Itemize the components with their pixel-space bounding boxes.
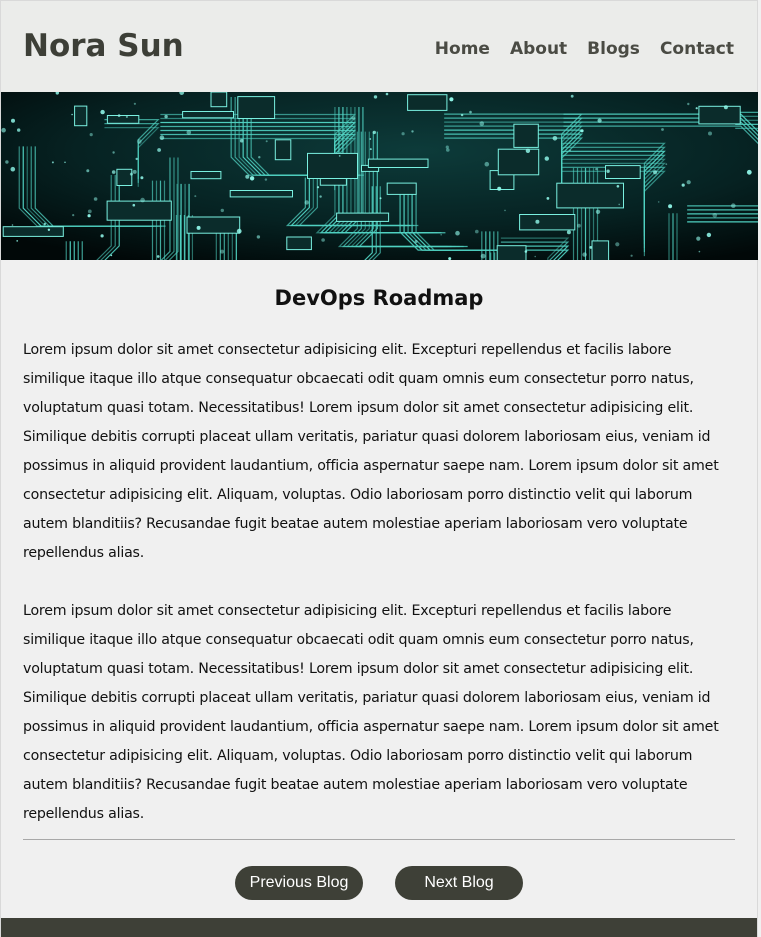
article-title: DevOps Roadmap [274,286,484,310]
blog-pager: Previous Blog Next Blog [23,866,735,900]
article-paragraph: Lorem ipsum dolor sit amet consectetur a… [23,603,719,822]
hero-circuit-board-image [1,92,758,260]
main-nav: Home About Blogs Contact [435,39,734,59]
article-paragraph: Lorem ipsum dolor sit amet consectetur a… [23,342,719,561]
divider [23,839,735,840]
nav-link-blogs[interactable]: Blogs [587,39,640,59]
nav-link-about[interactable]: About [510,39,567,59]
nav-link-contact[interactable]: Contact [660,39,734,59]
next-blog-button[interactable]: Next Blog [395,866,523,900]
site-brand[interactable]: Nora Sun [23,28,184,64]
previous-blog-button[interactable]: Previous Blog [235,866,363,900]
site-footer [1,918,757,937]
page: Nora Sun Home About Blogs Contact DevOps… [0,0,758,937]
site-header: Nora Sun Home About Blogs Contact [1,0,757,92]
nav-link-home[interactable]: Home [435,39,490,59]
article: DevOps Roadmap Lorem ipsum dolor sit ame… [1,286,757,900]
